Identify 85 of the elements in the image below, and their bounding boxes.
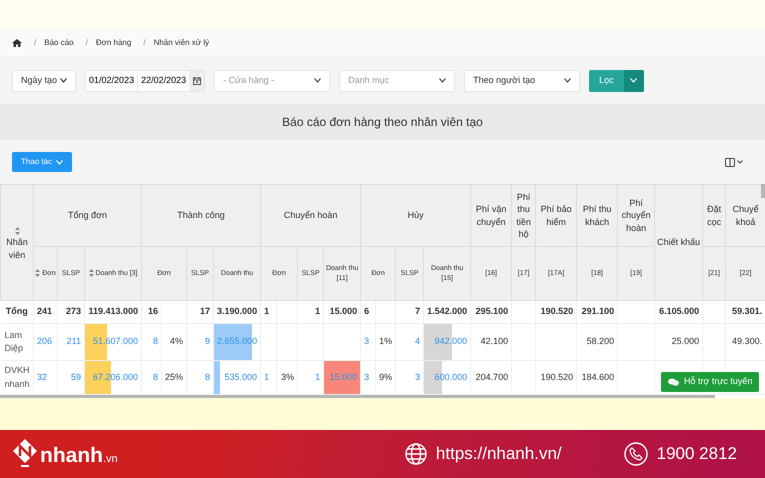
report-title: Báo cáo đơn hàng theo nhân viên tạo [282,114,483,131]
home-icon[interactable] [12,38,22,46]
breadcrumb-separator: / [86,36,88,48]
table-cell-text: 190.520 [540,305,574,318]
table-cell-text: 49.300. [731,335,764,348]
table-cell[interactable]: 942.000 [424,335,470,349]
table-cell-text: 25.000 [670,335,700,348]
table-cell-text: 119.413.000 [87,305,140,318]
table-cell-text: 3.190.000 [216,305,258,318]
table-cell[interactable]: 4 [396,335,424,349]
actions-button[interactable]: Thao tác [12,152,72,172]
table-cell-text: 241 [36,305,54,318]
store-select[interactable]: - Cửa hàng - [214,70,330,92]
table-cell-text: 15.000 [328,305,358,318]
table-cell-text: 295.100 [474,305,510,318]
column-header[interactable]: Nhân viên [0,184,34,300]
table-cell-text: 42.100 [480,335,510,348]
logo-icon [12,438,38,470]
table-cell[interactable]: 8 [187,370,214,384]
globe-icon [404,443,427,465]
table-cell[interactable]: 32 [34,370,57,384]
table-cell-text: 6 [363,305,370,318]
caret-icon [439,78,446,83]
chat-support-button[interactable]: Hỗ trợ trực tuyến [661,372,760,392]
table-cell[interactable]: 3 [361,370,376,384]
date-type-dropdown[interactable]: Ngày tạo [12,70,76,92]
scrollbar[interactable] [0,395,715,398]
columns-toggle[interactable] [725,158,743,166]
table-cell-text: 16 [147,305,160,318]
filter-dropdown-button[interactable] [624,70,644,92]
table-cell-text: 4% [169,335,184,348]
caret-icon [737,160,743,164]
breadcrumb-separator: / [143,36,146,48]
table-cell[interactable]: 3 [396,370,424,384]
table-cell-text: 184.600 [580,370,616,384]
nhanh-logo: nhanh.vn [12,438,118,470]
phone-number: 1900 2812 [656,443,737,466]
chat-icon [668,378,679,386]
table-cell-text: 273 [64,305,82,318]
table-cell-text: 17 [199,305,212,318]
caret-icon [630,78,638,83]
columns-icon [725,158,735,166]
table-cell[interactable]: 600.000 [424,370,470,384]
caret-icon [60,78,68,83]
table-cell-text: 190.520 [540,370,574,384]
table-cell[interactable]: 1 [261,370,276,384]
table-cell-text: 58.200 [586,335,616,348]
column-header: Đặt cọc [702,184,726,246]
table-cell[interactable]: 59 [58,370,84,384]
caret-icon [56,160,64,164]
table-cell[interactable]: 1 [298,370,324,384]
table-cell-text: 1.542.000 [426,305,468,318]
table-cell[interactable]: 8 [142,370,162,384]
table-cell-text: 1 [314,305,322,318]
table-cell-text: 1 [263,305,270,318]
filter-button[interactable]: Lọc [589,70,624,92]
breadcrumb-link[interactable]: Báo cáo [44,36,74,48]
table-cell-text: 1% [378,335,394,348]
website-link[interactable]: https://nhanh.vn/ [436,441,562,467]
table-cell[interactable]: 3 [361,335,376,349]
table-cell-text: 59.301. [731,305,764,318]
group-by-select[interactable]: Theo người tạo [464,70,580,92]
caret-icon [564,78,572,83]
staff-name: Lam Diệp [0,324,34,360]
scrollbar[interactable] [761,184,765,198]
column-header: Phí thu tiền hộ [512,184,536,246]
table-cell-text: 25% [164,370,184,384]
breadcrumb-link[interactable]: Đơn hàng [96,36,132,48]
table-cell-text: 9% [378,370,394,384]
breadcrumb-separator: / [34,36,36,48]
table-cell[interactable]: 211 [58,335,84,349]
table-cell-text: 291.100 [580,305,616,318]
table-cell[interactable]: 9 [187,335,214,349]
staff-name: Tổng [0,300,34,324]
breadcrumb-link[interactable]: Nhân viên xử lý [154,36,210,48]
table-cell-text: 7 [414,305,422,318]
caret-icon [314,78,322,83]
table-cell-text: 204.700 [474,370,510,384]
table-cell-text: 6.105.000 [658,305,700,318]
table-cell-text: 3% [280,370,296,384]
category-select[interactable]: Danh mục [339,70,456,92]
table-cell[interactable]: 206 [34,335,57,349]
table-cell[interactable]: 535.000 [214,370,260,384]
phone-icon [624,442,648,466]
table-cell[interactable]: 8 [142,335,162,349]
